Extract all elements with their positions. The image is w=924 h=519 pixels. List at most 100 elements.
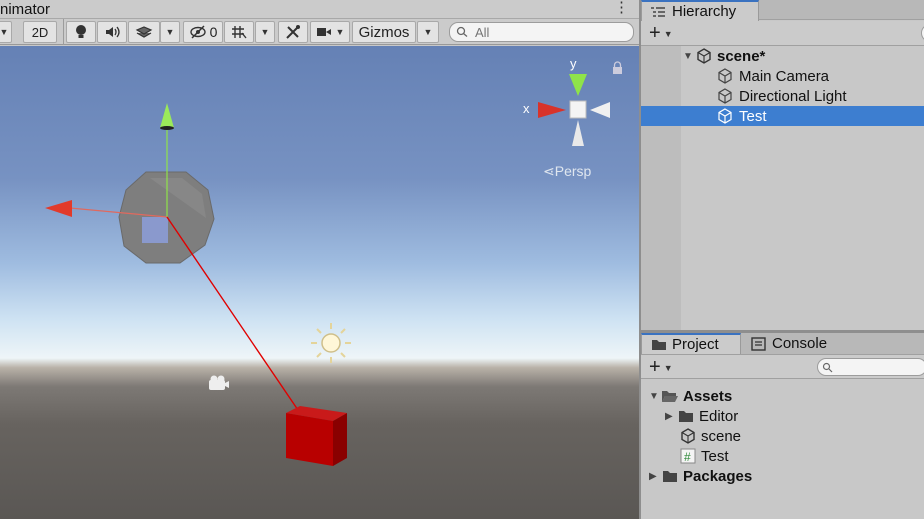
grid-dropdown[interactable]: ▼	[255, 21, 275, 43]
assets-label: Assets	[683, 387, 733, 405]
tools-icon	[286, 25, 300, 39]
hierarchy-panel: Hierarchy + ▼ ▼ scene* Main Camera Direct…	[641, 0, 924, 330]
perspective-icon: ⋖	[543, 163, 555, 179]
lighting-toggle-button[interactable]	[66, 21, 96, 43]
tab-hierarchy-label: Hierarchy	[672, 3, 737, 20]
scene-visibility-toggle[interactable]: 0	[183, 21, 223, 43]
scene-search-field[interactable]	[449, 22, 634, 42]
projection-label: Persp	[554, 163, 592, 179]
hierarchy-item-test[interactable]: Test	[641, 106, 924, 126]
search-icon	[456, 26, 468, 37]
assets-folder-row[interactable]: ▼ Assets	[641, 386, 924, 406]
scene-search-input[interactable]	[475, 24, 625, 40]
packages-label: Packages	[683, 467, 753, 485]
plus-icon: +	[649, 22, 661, 44]
csharp-script-icon: #	[679, 447, 697, 465]
hierarchy-item-label: Main Camera	[739, 67, 830, 85]
editor-folder-row[interactable]: ▶ Editor	[641, 406, 924, 426]
packages-folder-row[interactable]: ▶ Packages	[641, 466, 924, 486]
move-handle-x-cone[interactable]	[45, 200, 72, 217]
panel-menu-icon[interactable]: ⋮	[614, 0, 629, 16]
video-camera-icon	[316, 28, 331, 36]
scene-viewport[interactable]: y x ⋖Persp	[0, 46, 639, 519]
gameobject-cube-icon	[716, 107, 734, 125]
eye-slash-icon	[189, 25, 206, 39]
scene-view-panel: nimator ⋮ ▼ 2D ▼ 0 ▼ ▼ Gizmos ▼ All y x …	[0, 0, 639, 519]
gizmo-y-label: y	[570, 56, 577, 71]
hierarchy-toolbar: + ▼	[641, 21, 924, 46]
scene-asset-row[interactable]: scene	[641, 426, 924, 446]
expand-arrow-icon[interactable]: ▼	[683, 51, 695, 62]
directional-light-gizmo[interactable]	[311, 323, 351, 363]
add-object-button[interactable]: + ▼	[649, 22, 673, 45]
console-icon	[751, 336, 766, 351]
audio-toggle-button[interactable]	[97, 21, 127, 43]
scene-toolbar: ▼ 2D ▼ 0 ▼ ▼ Gizmos ▼	[0, 19, 639, 45]
grid-snapping-button[interactable]	[224, 21, 254, 43]
hierarchy-item-directional-light[interactable]: Directional Light	[641, 86, 924, 106]
asset-label: scene	[701, 427, 742, 445]
scene-name: scene*	[717, 47, 766, 65]
effects-dropdown[interactable]: ▼	[160, 21, 180, 43]
collapsed-arrow-icon[interactable]: ▶	[665, 411, 677, 422]
hidden-object-count: 0	[209, 24, 218, 40]
test-cube-object[interactable]	[286, 406, 347, 466]
hierarchy-tab-bar: Hierarchy	[641, 0, 924, 21]
unity-scene-icon	[679, 427, 697, 445]
plus-icon: +	[649, 356, 661, 378]
project-panel: Project Console + ▼ ▼ Assets ▶ Editor sce…	[641, 333, 924, 519]
lock-icon[interactable]	[613, 61, 622, 74]
hierarchy-item-label: Test	[739, 107, 767, 125]
chevron-down-icon: ▼	[335, 27, 345, 37]
tab-console-label: Console	[772, 335, 828, 352]
scene-root-row[interactable]: ▼ scene*	[641, 46, 924, 66]
chevron-down-icon: ▼	[423, 27, 433, 37]
camera-gizmo[interactable]	[209, 375, 229, 391]
folder-icon	[677, 407, 695, 425]
speaker-icon	[106, 26, 120, 38]
gizmos-button[interactable]: Gizmos	[352, 21, 416, 43]
chevron-down-icon: ▼	[663, 362, 673, 373]
hierarchy-item-label: Directional Light	[739, 87, 847, 105]
open-folder-icon	[661, 387, 679, 405]
chevron-down-icon: ▼	[260, 27, 270, 37]
create-asset-button[interactable]: + ▼	[649, 356, 673, 379]
animator-tab[interactable]: nimator	[0, 1, 50, 18]
tab-hierarchy[interactable]: Hierarchy	[641, 0, 759, 21]
projection-toggle[interactable]: ⋖Persp	[543, 163, 591, 180]
asset-label: Test	[701, 447, 729, 465]
gizmo-x-label: x	[523, 101, 530, 116]
gameobject-cube-icon	[716, 87, 734, 105]
grid-icon	[232, 26, 247, 39]
expand-arrow-icon[interactable]: ▼	[649, 391, 661, 402]
tab-project-label: Project	[672, 336, 719, 353]
tab-project[interactable]: Project	[641, 333, 741, 354]
shading-mode-dropdown[interactable]: ▼	[0, 21, 12, 43]
folder-icon	[661, 467, 679, 485]
project-search-field[interactable]	[817, 358, 924, 376]
orientation-gizmo[interactable]: y x	[523, 56, 610, 146]
toggle-2d-button[interactable]: 2D	[23, 21, 57, 43]
chevron-down-icon: ▼	[0, 27, 9, 37]
collapsed-arrow-icon[interactable]: ▶	[649, 471, 661, 482]
tools-button[interactable]	[278, 21, 308, 43]
chevron-down-icon: ▼	[165, 27, 175, 37]
svg-text:#: #	[684, 450, 691, 464]
project-toolbar: + ▼	[641, 355, 924, 379]
chevron-down-icon: ▼	[663, 28, 673, 39]
list-icon	[651, 6, 665, 17]
gizmos-dropdown[interactable]: ▼	[417, 21, 439, 43]
project-tab-bar: Project Console	[641, 333, 924, 355]
unity-scene-icon	[695, 47, 713, 65]
connection-line	[166, 216, 301, 414]
toolbar-divider	[63, 19, 64, 45]
folder-icon	[652, 340, 666, 350]
test-script-row[interactable]: # Test	[641, 446, 924, 466]
camera-settings-button[interactable]: ▼	[310, 21, 350, 43]
hierarchy-item-main-camera[interactable]: Main Camera	[641, 66, 924, 86]
tab-console[interactable]: Console	[749, 333, 827, 354]
move-handle-y-cone[interactable]	[160, 103, 174, 128]
effects-toggle-button[interactable]	[128, 21, 160, 43]
gameobject-cube-icon	[716, 67, 734, 85]
scene-tab-bar: nimator ⋮	[0, 0, 639, 19]
